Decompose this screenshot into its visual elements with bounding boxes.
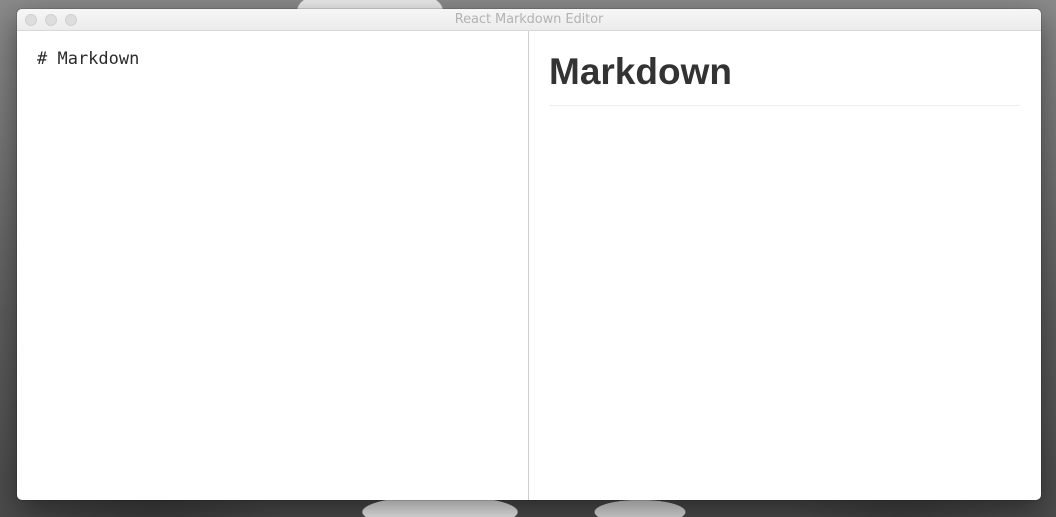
markdown-preview-pane: Markdown [529, 31, 1041, 500]
preview-heading: Markdown [549, 51, 1020, 106]
window-titlebar[interactable]: React Markdown Editor [17, 9, 1041, 31]
editor-layout: # Markdown Markdown [17, 31, 1041, 500]
app-window: React Markdown Editor # Markdown Markdow… [17, 9, 1041, 500]
markdown-editor-pane[interactable]: # Markdown [17, 31, 529, 500]
markdown-source-text[interactable]: # Markdown [37, 49, 139, 69]
window-title: React Markdown Editor [454, 12, 604, 27]
